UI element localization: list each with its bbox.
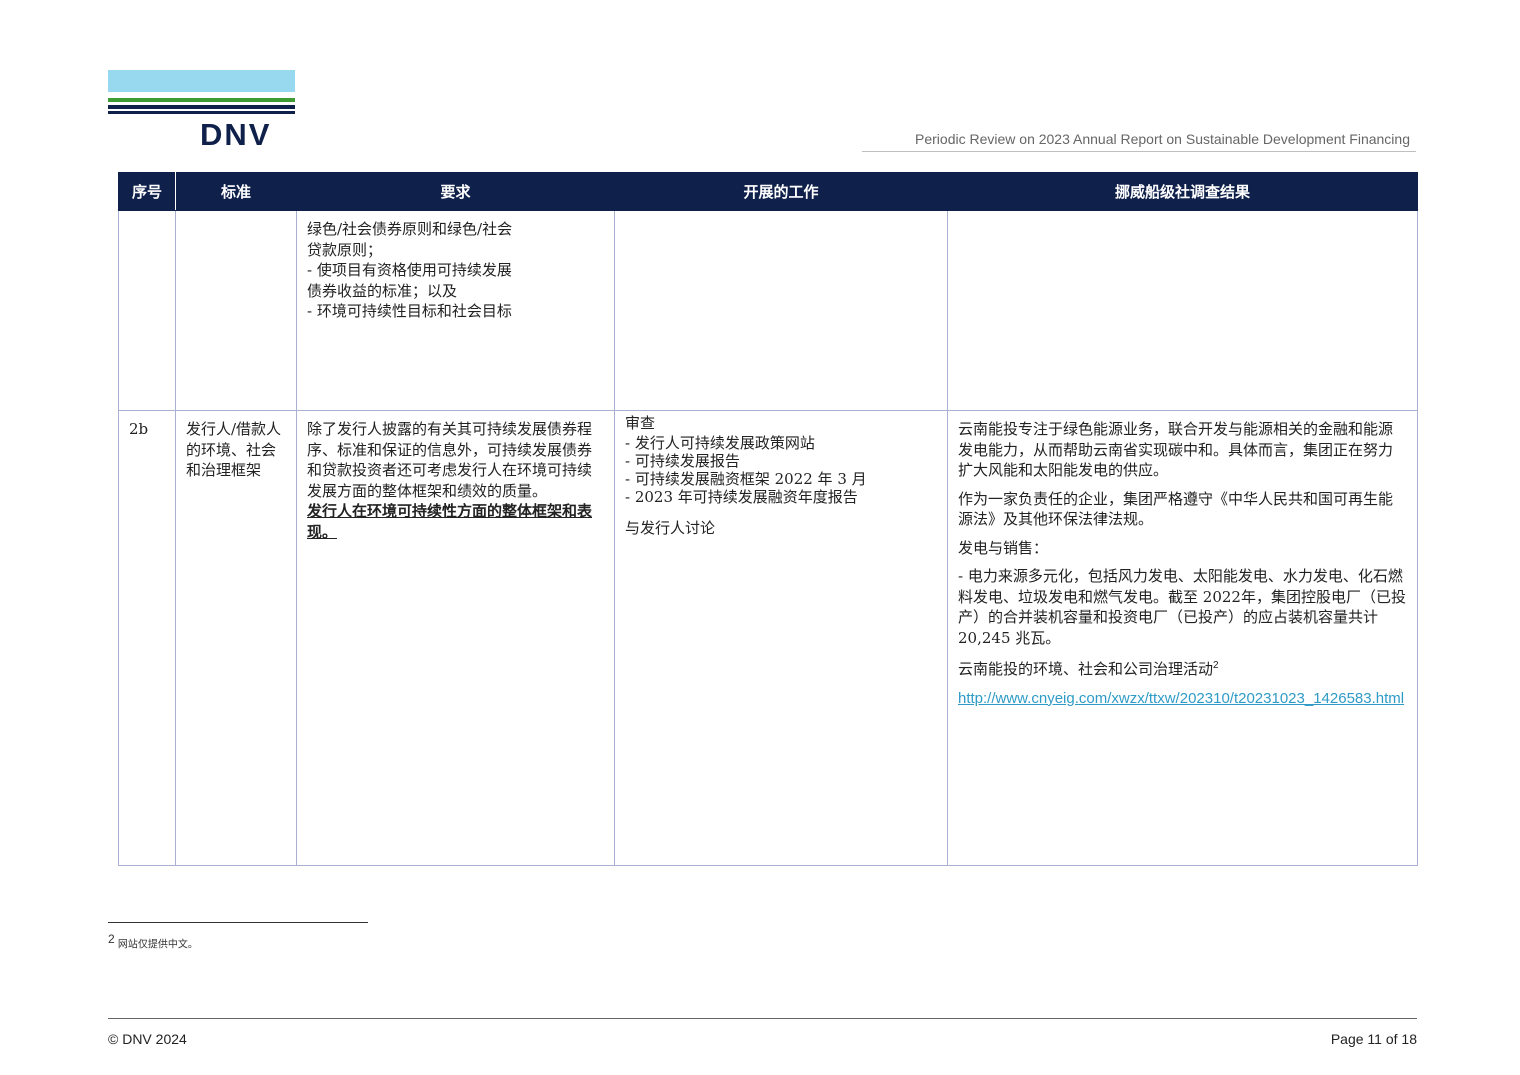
cell-findings (947, 210, 1418, 411)
col-header-criteria: 标准 (175, 172, 297, 211)
copyright: © DNV 2024 (108, 1031, 187, 1047)
cell-work (614, 210, 948, 411)
dnv-logo: DNV (108, 70, 295, 152)
col-header-requirement: 要求 (296, 172, 615, 211)
cell-criteria: 发行人/借款人的环境、社会和治理框架 (175, 410, 297, 866)
work-line: - 可持续发展融资框架 2022 年 3 月 (625, 469, 867, 488)
requirement-emphasis: 发行人在环境可持续性方面的整体框架和表现。 (307, 502, 593, 541)
cell-requirement: 绿色/社会债券原则和绿色/社会 贷款原则； - 使项目有资格使用可持续发展 债券… (296, 210, 615, 411)
table-header-row: 序号 标准 要求 开展的工作 挪威船级社调查结果 (118, 172, 1418, 211)
work-line: - 可持续发展报告 (625, 451, 740, 470)
findings-paragraph: 作为一家负责任的企业，集团严格遵守《中华人民共和国可再生能源法》及其他环保法律法… (958, 489, 1394, 529)
cell-no (118, 210, 176, 411)
document-title: Periodic Review on 2023 Annual Report on… (915, 131, 1410, 147)
logo-band-navy (108, 105, 295, 109)
logo-band-green (108, 98, 295, 102)
footnote-divider (108, 922, 368, 923)
cell-requirement: 除了发行人披露的有关其可持续发展债券程序、标准和保证的信息外，可持续发展债券和贷… (296, 410, 615, 866)
work-line: - 2023 年可持续发展融资年度报告 (625, 487, 858, 506)
work-line: 审查 (625, 414, 656, 432)
cell-criteria (175, 210, 297, 411)
work-discussion: 与发行人讨论 (625, 518, 716, 537)
table-row: 绿色/社会债券原则和绿色/社会 贷款原则； - 使项目有资格使用可持续发展 债券… (118, 210, 1418, 411)
esg-link[interactable]: http://www.cnyeig.com/xwzx/ttxw/202310/t… (958, 690, 1404, 707)
findings-paragraph: 发电与销售： (958, 538, 1049, 557)
col-header-findings: 挪威船级社调查结果 (947, 172, 1418, 211)
requirement-line: - 使项目有资格使用可持续发展 (307, 261, 512, 279)
cell-work: 审查 - 发行人可持续发展政策网站 - 可持续发展报告 - 可持续发展融资框架 … (614, 410, 948, 866)
footnote-text: 网站仅提供中文。 (117, 939, 198, 951)
requirement-line: 债券收益的标准；以及 (307, 281, 458, 300)
logo-band-sky (108, 70, 295, 92)
requirement-line: - 环境可持续性目标和社会目标 (307, 302, 512, 320)
header-divider (862, 151, 1416, 152)
table-row: 2b 发行人/借款人的环境、社会和治理框架 除了发行人披露的有关其可持续发展债券… (118, 410, 1418, 866)
findings-paragraph: - 电力来源多元化，包括风力发电、太阳能发电、水力发电、化石燃料发电、垃圾发电和… (958, 567, 1406, 647)
requirement-line: 绿色/社会债券原则和绿色/社会 (307, 220, 513, 238)
findings-paragraph: 云南能投专注于绿色能源业务，联合开发与能源相关的金融和能源发电能力，从而帮助云南… (958, 420, 1394, 479)
esg-heading-text: 云南能投的环境、社会和公司治理活动 (958, 660, 1214, 678)
logo-band-navy-thin (108, 111, 295, 114)
requirement-text: 除了发行人披露的有关其可持续发展债券程序、标准和保证的信息外，可持续发展债券和贷… (307, 420, 593, 500)
footnote-number: 2 (108, 932, 115, 946)
findings-esg-heading: 云南能投的环境、社会和公司治理活动2 (958, 656, 1407, 680)
footer-divider (108, 1018, 1417, 1019)
footnote-ref: 2 (1213, 660, 1219, 671)
review-table: 序号 标准 要求 开展的工作 挪威船级社调查结果 绿色/社会债券原则和绿色/社会… (118, 172, 1418, 866)
footnote: 2 网站仅提供中文。 (108, 932, 198, 950)
requirement-line: 贷款原则； (307, 240, 383, 259)
cell-no: 2b (118, 410, 176, 866)
findings-link-paragraph: http://www.cnyeig.com/xwzx/ttxw/202310/t… (958, 688, 1407, 710)
page-number: Page 11 of 18 (1330, 1031, 1417, 1047)
logo-text: DNV (200, 117, 272, 152)
cell-findings: 云南能投专注于绿色能源业务，联合开发与能源相关的金融和能源发电能力，从而帮助云南… (947, 410, 1418, 866)
col-header-no: 序号 (118, 172, 176, 211)
col-header-work: 开展的工作 (614, 172, 948, 211)
work-line: - 发行人可持续发展政策网站 (625, 433, 815, 452)
